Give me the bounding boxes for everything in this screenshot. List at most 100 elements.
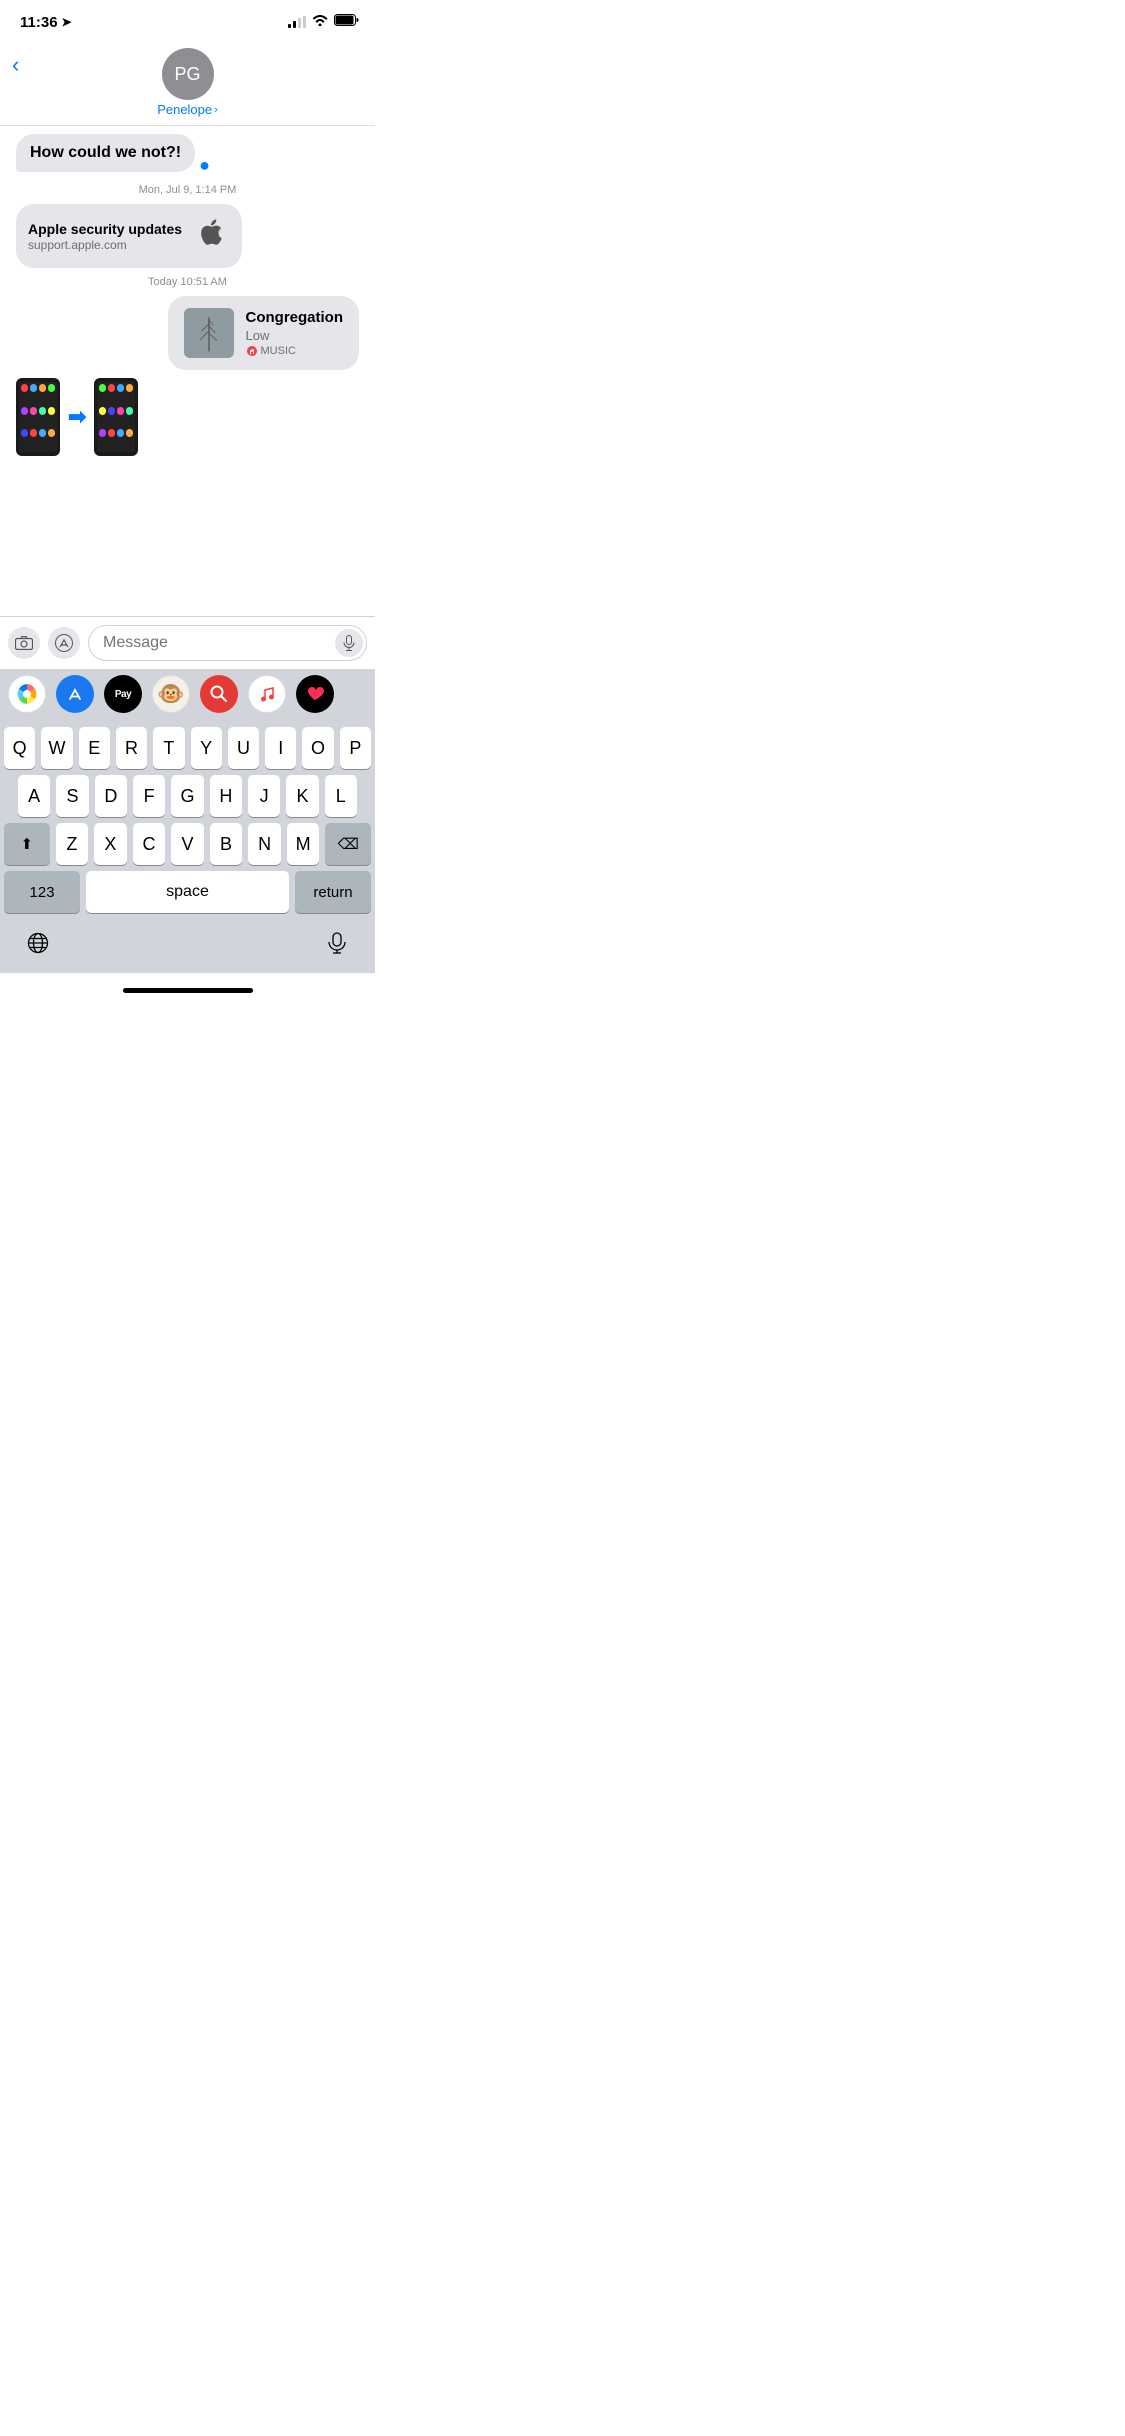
iapp-music[interactable]	[248, 675, 286, 713]
phone-icon-1	[16, 378, 60, 456]
phone-icon-2	[94, 378, 138, 456]
key-p[interactable]: P	[340, 727, 371, 769]
iapps-row: Pay 🐵	[0, 669, 375, 719]
avatar[interactable]: PG	[162, 48, 214, 100]
keyboard-row-1: Q W E R T Y U I O P	[0, 719, 375, 769]
key-t[interactable]: T	[153, 727, 184, 769]
key-n[interactable]: N	[248, 823, 281, 865]
signal-bar-1	[288, 24, 291, 28]
key-f[interactable]: F	[133, 775, 165, 817]
key-numbers[interactable]: 123	[4, 871, 80, 913]
globe-key[interactable]	[16, 921, 60, 965]
time-display: 11:36	[20, 14, 58, 31]
apple-logo-icon	[194, 214, 230, 258]
message-input[interactable]	[88, 625, 367, 661]
iapp-applepay[interactable]: Pay	[104, 675, 142, 713]
music-bubble[interactable]: Congregation Low MUSIC	[168, 296, 360, 370]
key-d[interactable]: D	[95, 775, 127, 817]
key-c[interactable]: C	[133, 823, 166, 865]
status-time: 11:36 ➤	[20, 14, 72, 31]
iapp-search[interactable]	[200, 675, 238, 713]
iapp-appstore[interactable]	[56, 675, 94, 713]
keyboard-row-2: A S D F G H J K L	[0, 775, 375, 817]
bubble-prev: How could we not?!	[16, 134, 195, 172]
link-preview-bubble[interactable]: Apple security updates support.apple.com	[16, 204, 242, 268]
phone-transfer-row: ➡	[16, 378, 359, 456]
phone-screen-1	[19, 382, 57, 452]
music-service-label: MUSIC	[246, 345, 344, 357]
key-s[interactable]: S	[56, 775, 88, 817]
key-k[interactable]: K	[286, 775, 318, 817]
key-return[interactable]: return	[295, 871, 371, 913]
contact-name-text: Penelope	[157, 102, 212, 117]
message-row-music: Congregation Low MUSIC	[16, 296, 359, 370]
key-a[interactable]: A	[18, 775, 50, 817]
key-g[interactable]: G	[171, 775, 203, 817]
key-j[interactable]: J	[248, 775, 280, 817]
contact-name-arrow: ›	[214, 104, 218, 116]
keyboard: Q W E R T Y U I O P A S D F G H J K L ⬆ …	[0, 719, 375, 973]
battery-icon	[334, 13, 359, 31]
signal-bars	[288, 16, 306, 28]
key-o[interactable]: O	[302, 727, 333, 769]
home-bar	[123, 988, 253, 993]
key-l[interactable]: L	[325, 775, 357, 817]
keyboard-row-bottom: 123 space return	[0, 871, 375, 913]
keyboard-row-3: ⬆ Z X C V B N M ⌫	[0, 823, 375, 865]
timestamp-2: Today 10:51 AM	[16, 276, 359, 288]
key-shift[interactable]: ⬆	[4, 823, 50, 865]
applepay-label: Pay	[115, 689, 131, 700]
message-row-link: Apple security updates support.apple.com	[16, 204, 359, 268]
message-input-area	[0, 616, 375, 669]
music-artwork	[184, 308, 234, 358]
link-bubble-content: Apple security updates support.apple.com	[28, 221, 182, 252]
key-w[interactable]: W	[41, 727, 72, 769]
key-space[interactable]: space	[86, 871, 289, 913]
key-b[interactable]: B	[210, 823, 243, 865]
key-v[interactable]: V	[171, 823, 204, 865]
key-y[interactable]: Y	[191, 727, 222, 769]
key-h[interactable]: H	[210, 775, 242, 817]
phone-transfer-image: ➡	[16, 378, 138, 456]
key-x[interactable]: X	[94, 823, 127, 865]
iapp-monkey[interactable]: 🐵	[152, 675, 190, 713]
phone-screen-2	[97, 382, 135, 452]
music-title: Congregation	[246, 309, 344, 326]
bubble-tail: ●	[199, 155, 210, 176]
signal-bar-4	[303, 16, 306, 28]
key-u[interactable]: U	[228, 727, 259, 769]
key-i[interactable]: I	[265, 727, 296, 769]
chat-area: How could we not?! ● Mon, Jul 9, 1:14 PM…	[0, 126, 375, 616]
nav-header: ‹ PG Penelope ›	[0, 44, 375, 126]
home-indicator	[0, 973, 375, 1007]
camera-button[interactable]	[8, 627, 40, 659]
transfer-arrow: ➡	[68, 404, 86, 430]
status-bar: 11:36 ➤	[0, 0, 375, 44]
link-url: support.apple.com	[28, 238, 182, 252]
wifi-icon	[312, 13, 328, 31]
key-delete[interactable]: ⌫	[325, 823, 371, 865]
key-q[interactable]: Q	[4, 727, 35, 769]
iapp-favorites[interactable]	[296, 675, 334, 713]
key-z[interactable]: Z	[56, 823, 89, 865]
keyboard-bottom-row	[0, 917, 375, 973]
key-e[interactable]: E	[79, 727, 110, 769]
appstore-button[interactable]	[48, 627, 80, 659]
key-r[interactable]: R	[116, 727, 147, 769]
music-artist: Low	[246, 328, 344, 343]
signal-bar-3	[298, 18, 301, 28]
contact-name[interactable]: Penelope ›	[157, 102, 218, 117]
timestamp-1: Mon, Jul 9, 1:14 PM	[16, 184, 359, 196]
message-field-wrap	[88, 625, 367, 661]
mic-key[interactable]	[315, 921, 359, 965]
prev-bubble-text: How could we not?!	[30, 144, 181, 161]
back-button[interactable]: ‹	[12, 52, 19, 78]
status-icons	[288, 13, 359, 31]
music-info: Congregation Low MUSIC	[246, 309, 344, 357]
key-m[interactable]: M	[287, 823, 320, 865]
message-row-prev: How could we not?! ●	[16, 134, 359, 176]
signal-bar-2	[293, 21, 296, 28]
iapp-photos[interactable]	[8, 675, 46, 713]
mic-button-input[interactable]	[335, 629, 363, 657]
link-title: Apple security updates	[28, 221, 182, 237]
